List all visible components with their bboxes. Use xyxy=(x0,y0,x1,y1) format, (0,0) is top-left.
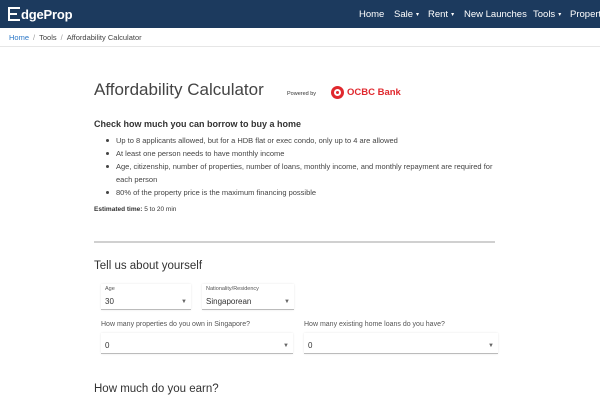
chevron-down-icon: ▾ xyxy=(416,11,420,18)
about-heading: Tell us about yourself xyxy=(94,260,203,272)
nav-item-new-launches[interactable]: New Launches xyxy=(464,0,527,28)
logo-text: dgeProp xyxy=(21,6,73,22)
breadcrumb-separator: / xyxy=(33,32,36,42)
nationality-select[interactable]: Nationality/Residency Singaporean ▼ xyxy=(202,284,294,310)
list-item: 80% of the property price is the maximum… xyxy=(104,186,504,199)
nav-item-tools[interactable]: Tools ▾ xyxy=(533,0,561,28)
loans-select[interactable]: 0 ▼ xyxy=(304,333,498,354)
estimated-time: Estimated time: 5 to 20 min xyxy=(94,206,176,213)
age-value: 30 xyxy=(105,297,114,306)
breadcrumb-home[interactable]: Home xyxy=(9,33,29,42)
partner-name: OCBC Bank xyxy=(347,87,401,98)
nationality-label: Nationality/Residency xyxy=(206,286,259,292)
chevron-down-icon: ▼ xyxy=(488,343,494,349)
loans-question: How many existing home loans do you have… xyxy=(304,321,445,328)
breadcrumb-current: Affordability Calculator xyxy=(66,32,142,42)
estimated-time-label: Estimated time: xyxy=(94,206,143,213)
breadcrumb-tools[interactable]: Tools xyxy=(39,33,57,42)
chevron-down-icon: ▼ xyxy=(283,343,289,349)
properties-question: How many properties do you own in Singap… xyxy=(101,321,251,328)
powered-by-label: Powered by xyxy=(287,91,317,97)
list-item: Age, citizenship, number of properties, … xyxy=(104,160,504,186)
properties-select[interactable]: 0 ▼ xyxy=(101,333,293,354)
breadcrumb-separator: / xyxy=(60,32,63,42)
earn-heading: How much do you earn? xyxy=(94,383,219,395)
list-item: At least one person needs to have monthl… xyxy=(104,147,504,160)
logo-e-mark-icon xyxy=(8,7,20,21)
intro-heading: Check how much you can borrow to buy a h… xyxy=(94,119,302,129)
requirements-list: Up to 8 applicants allowed, but for a HD… xyxy=(104,134,504,199)
list-item: Up to 8 applicants allowed, but for a HD… xyxy=(104,134,504,147)
nav-item-home[interactable]: Home xyxy=(359,0,384,28)
nav-item-sale[interactable]: Sale ▾ xyxy=(394,0,419,28)
nav-item-property[interactable]: Propert xyxy=(570,0,600,28)
chevron-down-icon: ▼ xyxy=(181,299,187,305)
chevron-down-icon: ▾ xyxy=(451,11,455,18)
edgeprop-logo[interactable]: dgeProp xyxy=(8,5,73,23)
chevron-down-icon: ▾ xyxy=(558,11,562,18)
nationality-value: Singaporean xyxy=(206,297,252,306)
ocbc-bank-logo: OCBC Bank xyxy=(331,86,401,99)
breadcrumb: Home / Tools / Affordability Calculator xyxy=(0,28,600,47)
estimated-time-value: 5 to 20 min xyxy=(144,206,177,213)
age-label: Age xyxy=(105,286,115,292)
ocbc-logo-icon xyxy=(331,86,344,99)
age-select[interactable]: Age 30 ▼ xyxy=(101,284,191,310)
section-divider xyxy=(94,241,495,243)
properties-value: 0 xyxy=(105,341,110,350)
chevron-down-icon: ▼ xyxy=(284,299,290,305)
page-title: Affordability Calculator xyxy=(94,80,264,99)
loans-value: 0 xyxy=(308,341,313,350)
top-nav-bar: dgeProp Home Sale ▾ Rent ▾ New Launches To… xyxy=(0,0,600,28)
nav-item-rent[interactable]: Rent ▾ xyxy=(428,0,454,28)
